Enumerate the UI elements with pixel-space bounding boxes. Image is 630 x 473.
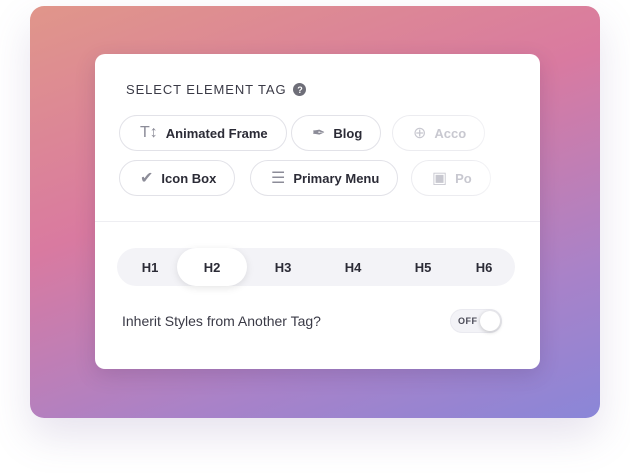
- chip-label: Blog: [333, 125, 363, 141]
- divider: [95, 221, 540, 222]
- heading-text: SELECT ELEMENT TAG: [126, 82, 287, 97]
- camera-icon: ▣: [432, 170, 448, 187]
- inherit-styles-label: Inherit Styles from Another Tag?: [122, 313, 321, 329]
- inherit-styles-toggle[interactable]: OFF: [450, 309, 502, 333]
- chip-label: Primary Menu: [293, 170, 380, 186]
- chip-blog[interactable]: ✒ Blog: [291, 115, 382, 151]
- tab-h6[interactable]: H6: [451, 248, 517, 286]
- chip-animated-frame[interactable]: T↕ Animated Frame: [119, 115, 287, 151]
- text-size-icon: T↕: [140, 124, 158, 141]
- tab-h3[interactable]: H3: [250, 248, 316, 286]
- element-tag-panel: SELECT ELEMENT TAG ? T↕ Animated Frame ✒…: [95, 54, 540, 369]
- tab-h2[interactable]: H2: [177, 248, 247, 286]
- chip-label: Icon Box: [161, 170, 217, 186]
- check-circle-icon: ✔: [140, 170, 154, 187]
- toggle-state-label: OFF: [458, 316, 478, 326]
- chip-label: Animated Frame: [165, 125, 268, 141]
- help-icon[interactable]: ?: [293, 83, 307, 96]
- tab-h5[interactable]: H5: [390, 248, 456, 286]
- chip-icon-box[interactable]: ✔ Icon Box: [119, 160, 236, 196]
- scroll-fade: [470, 114, 540, 204]
- chip-label: Acco: [434, 125, 467, 141]
- tab-h1[interactable]: H1: [117, 248, 183, 286]
- chip-primary-menu[interactable]: ☰ Primary Menu: [250, 160, 399, 196]
- tab-h4[interactable]: H4: [320, 248, 386, 286]
- toggle-knob[interactable]: [480, 311, 500, 331]
- list-icon: ☰: [271, 170, 286, 187]
- panel-heading: SELECT ELEMENT TAG ?: [126, 82, 307, 97]
- plus-circle-icon: ⊕: [413, 125, 427, 142]
- heading-tabs: H1 H2 H3 H4 H5 H6: [117, 248, 515, 286]
- feather-icon: ✒: [312, 125, 326, 142]
